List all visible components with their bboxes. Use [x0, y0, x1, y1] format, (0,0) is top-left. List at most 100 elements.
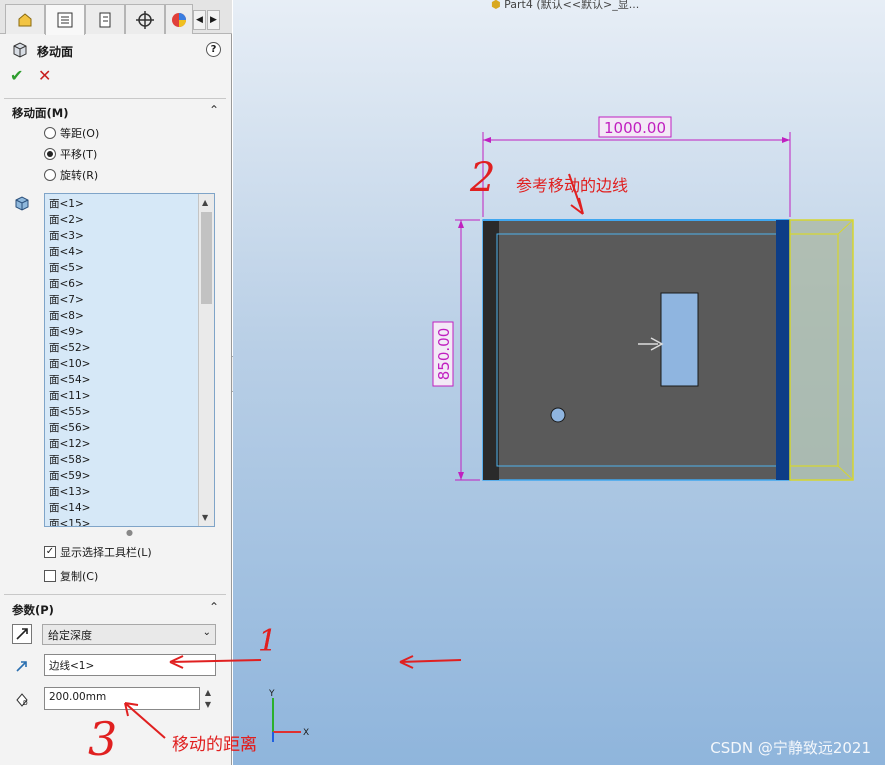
part-icon: ⬢	[491, 0, 501, 11]
show-toolbar-checkbox[interactable]: ✓	[44, 546, 56, 558]
breadcrumb-text: Part4 (默认<<默认>_显...	[504, 0, 640, 11]
face-selection-icon	[12, 193, 32, 213]
preview-extension	[789, 219, 854, 481]
divider	[4, 594, 226, 595]
scroll-up-icon[interactable]: ▲	[202, 198, 208, 207]
help-icon[interactable]: ?	[206, 42, 221, 57]
round-hole	[550, 407, 566, 423]
annotation-edge-note: 参考移动的边线	[516, 176, 629, 195]
model-view: 1000.00 850.00 Y X	[268, 116, 854, 742]
annotation-number-2: 2	[470, 155, 496, 201]
distance-value: 200.00mm	[49, 691, 107, 703]
breadcrumb[interactable]: ⬢ Part4 (默认<<默认>_显...	[491, 0, 639, 12]
radio-label: 平移(T)	[60, 148, 98, 161]
params-group-title: 参数(P)	[12, 603, 54, 617]
face-list-item[interactable]: 面<54>	[49, 372, 90, 388]
property-manager-header: 移动面 ?	[10, 40, 225, 62]
triad-y-label: Y	[268, 689, 275, 699]
radio-rotate[interactable]: 旋转(R)	[44, 167, 98, 183]
plate-body[interactable]	[482, 219, 791, 481]
ok-button[interactable]: ✔	[10, 66, 23, 85]
page-title: 移动面	[37, 45, 74, 59]
reverse-direction-icon[interactable]	[12, 624, 32, 644]
face-list-item[interactable]: 面<2>	[49, 212, 84, 228]
face-list-item[interactable]: 面<13>	[49, 484, 90, 500]
distance-field[interactable]: 200.00mm	[44, 687, 200, 710]
width-dimension-text[interactable]: 1000.00	[604, 119, 666, 137]
tab-feature-manager[interactable]	[5, 4, 45, 34]
face-list-item[interactable]: 面<5>	[49, 260, 84, 276]
face-list-item[interactable]: 面<56>	[49, 420, 90, 436]
face-selection-list[interactable]: 面<1> 面<2> 面<3> 面<4> 面<5> 面<6> 面<7> 面<8> 面<9> 面<52…	[44, 193, 215, 527]
radio-translate[interactable]: 平移(T)	[44, 146, 97, 162]
spin-up-icon[interactable]: ▲	[203, 688, 213, 697]
radio-button[interactable]	[44, 169, 56, 181]
collapse-icon[interactable]: ⌃	[209, 103, 219, 117]
configuration-manager-icon	[99, 12, 111, 27]
face-list-item[interactable]: 面<52>	[49, 340, 90, 356]
svg-text:D: D	[23, 700, 28, 707]
face-list-item[interactable]: 面<15>	[49, 516, 90, 526]
annotation-number-1-overlay: 1	[258, 624, 278, 659]
crosshair-icon	[136, 10, 154, 29]
face-list-item[interactable]: 面<1>	[49, 196, 84, 212]
manager-tab-bar: ◀ ▶	[0, 0, 232, 35]
radio-offset[interactable]: 等距(O)	[44, 125, 99, 141]
rect-slot	[660, 292, 699, 387]
face-list-item[interactable]: 面<9>	[49, 324, 84, 340]
annotation-arrow-direction	[399, 655, 462, 669]
list-scrollbar[interactable]: ▲ ▼	[198, 194, 214, 526]
face-list-item[interactable]: 面<14>	[49, 500, 90, 516]
moved-face[interactable]	[776, 220, 790, 480]
checkbox-label: 复制(C)	[60, 570, 99, 583]
direction-arrow-icon	[12, 656, 32, 676]
direction-reference-value: 边线<1>	[49, 660, 95, 672]
face-list-item[interactable]: 面<11>	[49, 388, 90, 404]
face-list-item[interactable]: 面<8>	[49, 308, 84, 324]
face-list-item[interactable]: 面<6>	[49, 276, 84, 292]
scroll-down-icon[interactable]: ▼	[202, 513, 208, 522]
face-list-item[interactable]: 面<59>	[49, 468, 90, 484]
distance-icon: D	[12, 689, 32, 709]
divider	[4, 98, 226, 99]
chevron-down-icon: ⌄	[202, 627, 211, 638]
face-list-item[interactable]: 面<10>	[49, 356, 90, 372]
radio-button[interactable]	[44, 148, 56, 160]
annotation-number-3-overlay: 3	[88, 712, 118, 766]
radio-label: 旋转(R)	[60, 169, 99, 182]
copy-checkbox-row[interactable]: 复制(C)	[44, 568, 98, 584]
triad-x-label: X	[303, 728, 309, 738]
collapse-icon[interactable]: ⌃	[209, 600, 219, 614]
face-list-item[interactable]: 面<55>	[49, 404, 90, 420]
cancel-button[interactable]: ✕	[38, 66, 51, 85]
face-list-item[interactable]: 面<58>	[49, 452, 90, 468]
show-toolbar-checkbox-row[interactable]: ✓ 显示选择工具栏(L)	[44, 544, 152, 560]
height-dimension-text[interactable]: 850.00	[435, 328, 453, 381]
checkbox-label: 显示选择工具栏(L)	[60, 546, 152, 559]
end-condition-value: 给定深度	[48, 629, 92, 642]
tab-dimxpert-manager[interactable]	[125, 4, 165, 34]
tab-configuration-manager[interactable]	[85, 4, 125, 34]
feature-manager-icon	[18, 12, 32, 26]
property-manager-icon	[57, 12, 73, 28]
tab-property-manager[interactable]	[45, 4, 85, 35]
tab-scroll-right[interactable]: ▶	[207, 10, 220, 30]
radio-button[interactable]	[44, 127, 56, 139]
appearance-sphere-icon	[172, 12, 186, 27]
graphics-area[interactable]: 1000.00 850.00 Y X ⬢ Part4 (默认<<默认>_显...…	[233, 0, 885, 765]
annotation-distance-note-overlay: 移动的距离	[172, 735, 257, 755]
face-list-item[interactable]: 面<12>	[49, 436, 90, 452]
scrollbar-thumb[interactable]	[201, 212, 212, 304]
tab-scroll-left[interactable]: ◀	[193, 10, 206, 30]
tab-display-manager[interactable]	[165, 4, 193, 34]
resize-grip-icon[interactable]: ●	[126, 528, 133, 537]
move-face-group-title: 移动面(M)	[12, 106, 69, 120]
face-list-item[interactable]: 面<4>	[49, 244, 84, 260]
face-list-item[interactable]: 面<7>	[49, 292, 84, 308]
radio-label: 等距(O)	[60, 127, 100, 140]
copy-checkbox[interactable]	[44, 570, 56, 582]
spin-down-icon[interactable]: ▼	[203, 700, 213, 709]
face-list-item[interactable]: 面<3>	[49, 228, 84, 244]
end-condition-select[interactable]: 给定深度 ⌄	[42, 624, 216, 645]
direction-reference-field[interactable]: 边线<1>	[44, 654, 216, 676]
